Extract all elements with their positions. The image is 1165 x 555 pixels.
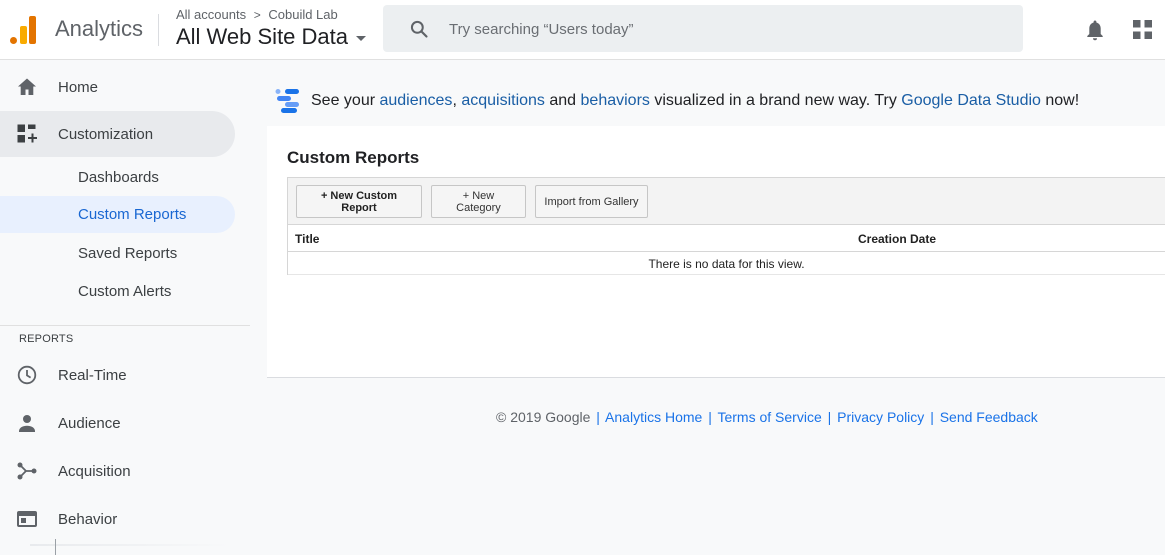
table-header: Title Creation Date [288,225,1165,252]
footer-separator: | [708,409,712,425]
sidebar-item-real-time[interactable]: Real-Time [0,355,250,395]
sidebar-divider [0,325,250,326]
sidebar-item-label: Acquisition [58,462,131,480]
view-name: All Web Site Data [176,24,349,49]
breadcrumb[interactable]: All accounts > Cobuild Lab [176,7,338,22]
sidebar-item-label: Audience [58,414,121,432]
banner-text: and [544,92,581,109]
custom-reports-panel: Custom Reports + New Custom Report + New… [267,126,1165,378]
search-bar[interactable] [383,5,1023,52]
sidebar-item-label: Home [58,78,99,96]
app-name: Analytics [55,16,144,41]
footer: © 2019 Google | Analytics Home | Terms o… [496,409,1038,425]
sidebar-item-audience[interactable]: Audience [0,403,250,443]
sidebar-item-dashboards[interactable]: Dashboards [0,157,235,197]
analytics-logo-icon[interactable] [10,14,38,44]
sidebar-item-label: Custom Alerts [78,282,172,300]
terms-of-service-link[interactable]: Terms of Service [717,409,821,425]
chevron-right-icon: > [253,8,261,22]
sidebar-item-acquisition[interactable]: Acquisition [0,451,250,491]
sidebar-bottom-shadow [30,544,230,546]
empty-state-message: There is no data for this view. [288,252,1165,275]
footer-separator: | [596,409,600,425]
acquisitions-link[interactable]: acquisitions [461,92,545,109]
data-studio-link[interactable]: Google Data Studio [901,92,1041,109]
breadcrumb-account[interactable]: All accounts [176,7,246,22]
reports-table: Title Creation Date There is no data for… [287,225,1165,275]
header-divider [158,14,159,46]
sidebar-item-label: Real-Time [58,366,127,384]
sidebar-item-behavior[interactable]: Behavior [0,499,250,539]
column-header-title[interactable]: Title [295,232,319,246]
caret-down-icon [356,35,367,41]
banner-message: See your audiences, acquisitions and beh… [311,92,1079,110]
reports-toolbar: + New Custom Report + New Category Impor… [287,177,1165,225]
search-input[interactable] [449,15,999,43]
sidebar-item-label: Custom Reports [78,206,187,223]
sidebar-item-custom-alerts[interactable]: Custom Alerts [0,271,235,311]
banner-text: visualized in a brand new way. Try [649,92,902,109]
sidebar: Home Customization Dashboards Custom Rep… [0,61,250,555]
apps-grid-icon[interactable] [1133,20,1152,39]
footer-separator: | [827,409,832,425]
sidebar-item-label: Dashboards [78,168,159,186]
notifications-bell-icon[interactable] [1085,19,1105,41]
sidebar-item-label: Customization [58,125,154,143]
sidebar-item-label: Saved Reports [78,244,178,262]
audiences-link[interactable]: audiences [379,92,452,109]
data-studio-icon [275,89,299,113]
sidebar-item-label: Behavior [58,510,118,528]
search-icon [410,20,428,38]
data-studio-banner: See your audiences, acquisitions and beh… [267,74,1165,126]
person-icon [19,415,35,432]
new-category-button[interactable]: + New Category [431,185,526,218]
sidebar-item-home[interactable]: Home [0,67,250,107]
behaviors-link[interactable]: behaviors [581,92,650,109]
sidebar-collapse-handle[interactable] [55,539,56,555]
clock-icon [17,365,37,385]
banner-text: now! [1040,92,1080,109]
customization-icon [17,124,37,143]
top-header: Analytics All accounts > Cobuild Lab All… [0,0,1165,60]
footer-separator: | [930,409,934,425]
analytics-home-link[interactable]: Analytics Home [605,409,702,425]
home-icon [18,78,36,95]
banner-text: See your [311,92,380,109]
reports-section-heading: REPORTS [19,333,74,345]
privacy-policy-link[interactable]: Privacy Policy [837,409,924,425]
banner-text: , [452,92,462,109]
sidebar-item-saved-reports[interactable]: Saved Reports [0,233,235,273]
copyright-text: © 2019 Google [496,409,591,425]
column-header-creation-date[interactable]: Creation Date [858,232,936,246]
acquisition-icon [17,462,37,480]
new-custom-report-button[interactable]: + New Custom Report [296,185,422,218]
page-title: Custom Reports [287,148,420,167]
sidebar-item-customization[interactable]: Customization [0,111,235,157]
sidebar-item-custom-reports[interactable]: Custom Reports [0,196,235,233]
breadcrumb-property[interactable]: Cobuild Lab [268,7,337,22]
send-feedback-link[interactable]: Send Feedback [940,409,1038,425]
import-from-gallery-button[interactable]: Import from Gallery [535,185,648,218]
behavior-icon [17,511,37,527]
view-selector[interactable]: All Web Site Data [176,24,367,50]
